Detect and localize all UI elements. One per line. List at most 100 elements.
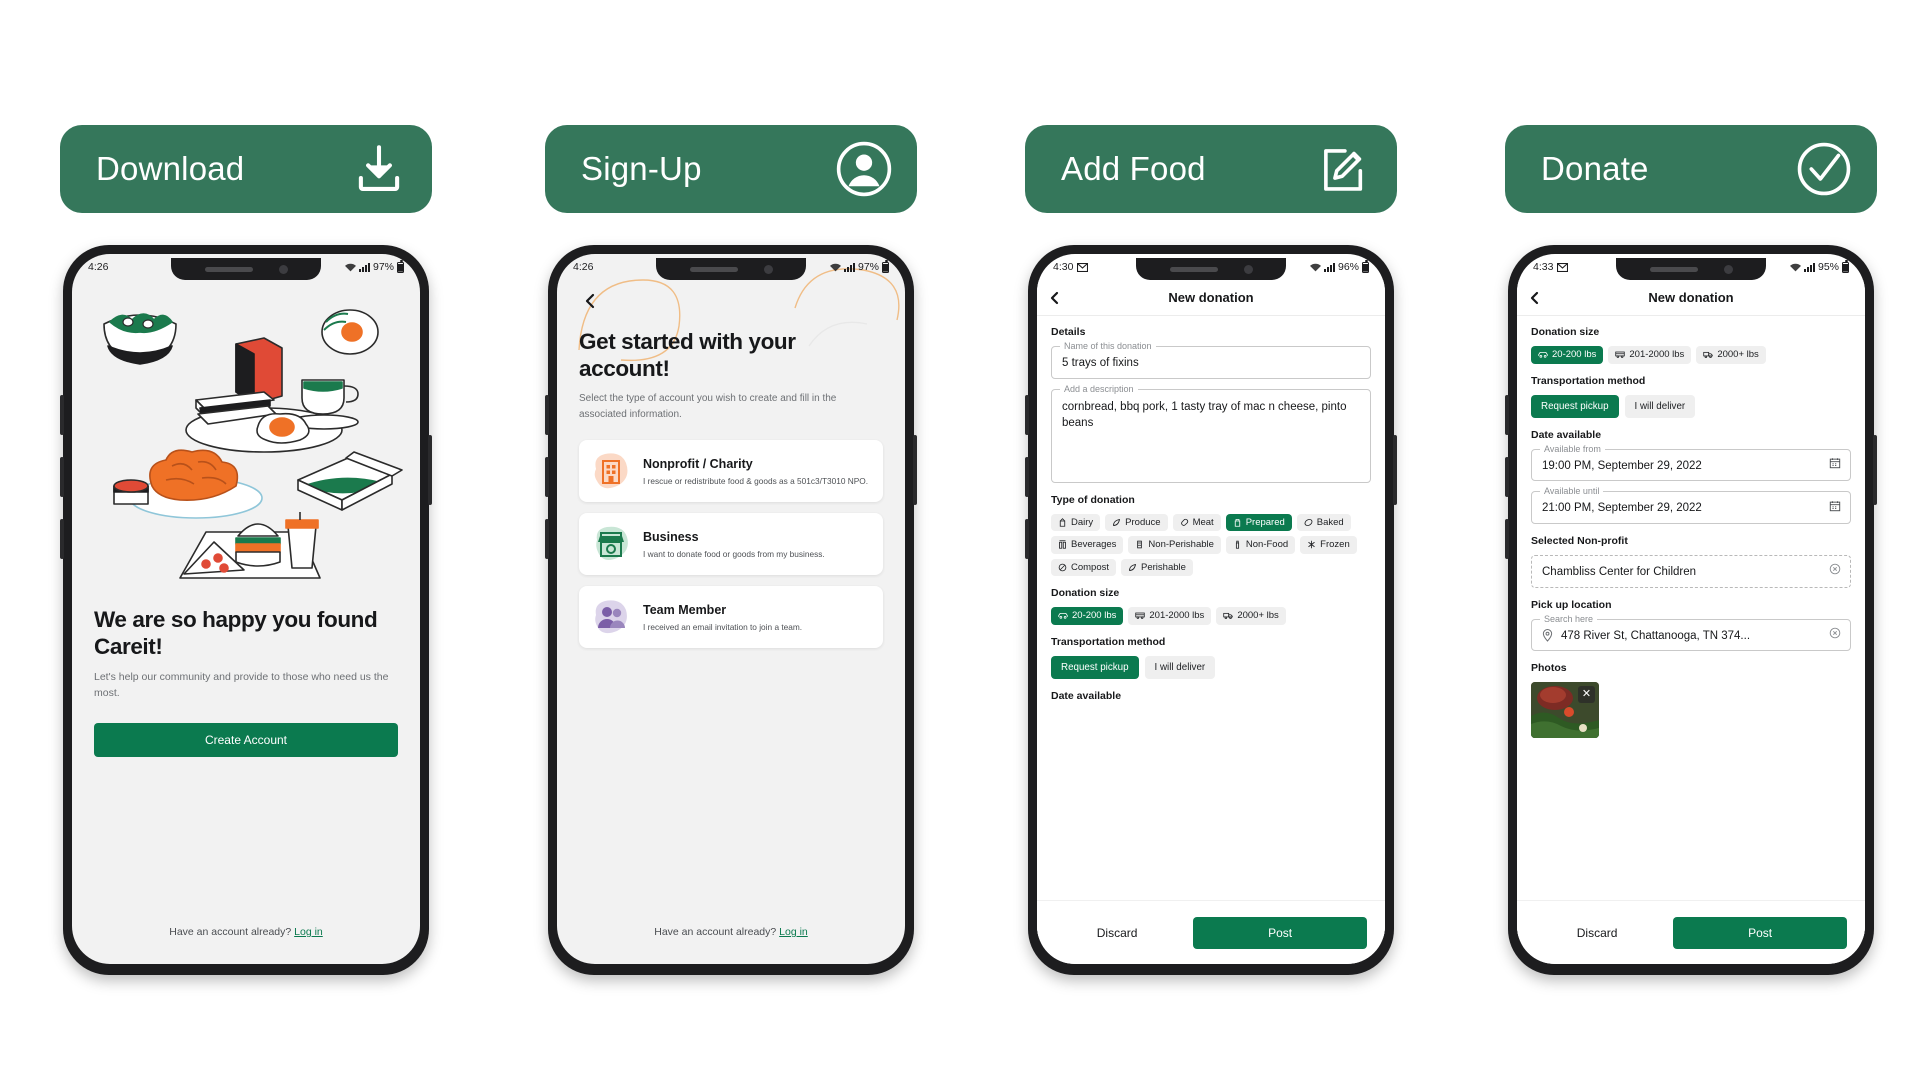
section-label-type: Type of donation (1051, 493, 1135, 506)
login-link[interactable]: Log in (294, 926, 323, 938)
chip-label: Dairy (1071, 516, 1094, 528)
calendar-icon[interactable] (1829, 499, 1841, 517)
column-add-food: Add Food 4:30 96% New donation Details N… (1025, 0, 1405, 1080)
app-bar-title: New donation (1648, 290, 1734, 305)
chip-size-2000-plus[interactable]: 2000+ lbs (1216, 607, 1286, 625)
page-subtitle: Let's help our community and provide to … (94, 670, 389, 699)
type-of-donation-chips: Dairy Produce Meat Prepared Baked Bevera… (1051, 513, 1371, 577)
screen-new-donation-logistics: 4:33 95% New donation Donation size 20-2… (1517, 254, 1865, 964)
photo-thumbnail[interactable]: ✕ (1531, 682, 1599, 739)
chip-non-food[interactable]: Non-Food (1225, 536, 1296, 554)
chip-produce[interactable]: Produce (1105, 513, 1168, 532)
account-card-text: Business I want to donate food or goods … (643, 528, 825, 560)
edit-note-icon (1315, 140, 1373, 198)
section-label-pickup: Pick up location (1531, 598, 1612, 611)
status-time: 4:30 (1053, 261, 1074, 273)
section-label-transport: Transportation method (1531, 374, 1646, 387)
banner-label: Donate (1541, 150, 1649, 187)
chip-baked[interactable]: Baked (1296, 513, 1351, 532)
available-from-field[interactable]: Available from 19:00 PM, September 29, 2… (1531, 443, 1851, 482)
chip-label: Non-Food (1245, 539, 1289, 551)
transport-request-pickup[interactable]: Request pickup (1531, 394, 1619, 418)
field-legend: Name of this donation (1060, 341, 1156, 351)
transport-i-will-deliver[interactable]: I will deliver (1624, 394, 1696, 418)
phone-frame-3: 4:30 96% New donation Details Name of th… (1025, 245, 1397, 975)
chip-size-20-200[interactable]: 20-200 lbs (1531, 346, 1604, 364)
account-card-team-member[interactable]: Team Member I received an email invitati… (579, 586, 883, 648)
transport-i-will-deliver[interactable]: I will deliver (1144, 655, 1216, 679)
chip-label: Baked (1316, 516, 1344, 528)
account-card-title: Business (643, 529, 699, 544)
mail-icon (1077, 262, 1089, 272)
section-label-size: Donation size (1051, 587, 1120, 600)
cellular-icon (843, 262, 855, 272)
available-until-field[interactable]: Available until 21:00 PM, September 29, … (1531, 486, 1851, 524)
chip-size-201-2000[interactable]: 201-2000 lbs (1128, 607, 1212, 625)
chip-beverages[interactable]: Beverages (1051, 536, 1124, 554)
chip-label: Perishable (1141, 561, 1186, 573)
discard-button[interactable]: Discard (1055, 917, 1179, 949)
chip-size-201-2000[interactable]: 201-2000 lbs (1608, 346, 1692, 364)
account-card-text: Nonprofit / Charity I rescue or redistri… (643, 455, 868, 487)
back-button[interactable] (1049, 291, 1069, 305)
chip-compost[interactable]: Compost (1051, 558, 1117, 577)
page-subtitle: Select the type of account you wish to c… (579, 393, 837, 420)
chip-size-2000-plus[interactable]: 2000+ lbs (1696, 346, 1766, 364)
chip-label: Frozen (1320, 539, 1350, 551)
battery-percent: 97% (372, 261, 394, 273)
field-value: 21:00 PM, September 29, 2022 (1542, 502, 1702, 515)
chip-label: Prepared (1245, 516, 1285, 528)
donation-name-field[interactable]: Name of this donation 5 trays of fixins (1051, 341, 1371, 379)
section-label-date: Date available (1531, 428, 1602, 441)
calendar-icon[interactable] (1829, 456, 1841, 474)
clear-icon[interactable] (1829, 626, 1841, 644)
pin-icon (1542, 629, 1553, 643)
chip-non-perishable[interactable]: Non-Perishable (1128, 536, 1221, 554)
donation-form-scroll[interactable]: Donation size 20-200 lbs 201-2000 lbs 20… (1517, 316, 1865, 937)
remove-photo-icon[interactable]: ✕ (1578, 686, 1595, 704)
discard-button[interactable]: Discard (1535, 917, 1659, 949)
back-button[interactable] (1529, 291, 1549, 305)
chip-meat[interactable]: Meat (1172, 513, 1221, 532)
field-legend: Search here (1540, 613, 1598, 624)
account-card-nonprofit[interactable]: Nonprofit / Charity I rescue or redistri… (579, 440, 883, 502)
login-prompt-text: Have an account already? (654, 926, 777, 938)
building-icon (591, 451, 631, 491)
column-signup: Sign-Up 4:26 97% Get started with your a… (545, 0, 925, 1080)
screen-welcome: 4:26 97% We are so happy you found Carei… (72, 254, 420, 964)
chip-label: 201-2000 lbs (1629, 349, 1685, 360)
create-account-button[interactable]: Create Account (94, 723, 398, 758)
section-label-transport: Transportation method (1051, 635, 1166, 648)
account-card-title: Nonprofit / Charity (643, 456, 753, 471)
clear-icon[interactable] (1829, 562, 1841, 580)
account-card-title: Team Member (643, 602, 727, 617)
post-button[interactable]: Post (1193, 916, 1367, 949)
chip-label: 20-200 lbs (1072, 610, 1117, 622)
transport-method-buttons: Request pickup I will deliver (1051, 655, 1371, 679)
poster-canvas: Download 4:26 97% We are so happy you fo… (0, 0, 1920, 1080)
back-button[interactable] (579, 290, 601, 312)
status-time: 4:26 (88, 261, 109, 273)
user-circle-icon (835, 140, 893, 198)
donation-description-field[interactable]: Add a description cornbread, bbq pork, 1… (1051, 383, 1371, 483)
page-title: Get started with your account! (579, 329, 796, 381)
status-bar: 4:30 96% (1037, 254, 1385, 280)
chip-prepared[interactable]: Prepared (1225, 513, 1292, 532)
post-button[interactable]: Post (1673, 916, 1847, 949)
donation-form-scroll[interactable]: Details Name of this donation 5 trays of… (1037, 316, 1385, 937)
account-card-business[interactable]: Business I want to donate food or goods … (579, 513, 883, 575)
chip-size-20-200[interactable]: 20-200 lbs (1051, 607, 1124, 625)
wifi-icon (344, 263, 356, 272)
login-link[interactable]: Log in (779, 926, 808, 938)
signup-body: Get started with your account! Select th… (557, 280, 905, 648)
app-bar-title: New donation (1168, 290, 1254, 305)
selected-nonprofit-field[interactable]: Chambliss Center for Children (1531, 554, 1851, 588)
chip-frozen[interactable]: Frozen (1300, 536, 1357, 554)
donation-size-chips: 20-200 lbs 201-2000 lbs 2000+ lbs (1051, 607, 1371, 625)
pickup-location-field[interactable]: Search here 478 River St, Chattanooga, T… (1531, 613, 1851, 652)
chip-perishable[interactable]: Perishable (1121, 558, 1193, 577)
transport-request-pickup[interactable]: Request pickup (1051, 655, 1139, 679)
field-value: 5 trays of fixins (1062, 357, 1139, 369)
chip-dairy[interactable]: Dairy (1051, 513, 1101, 532)
app-bar: New donation (1517, 280, 1865, 316)
